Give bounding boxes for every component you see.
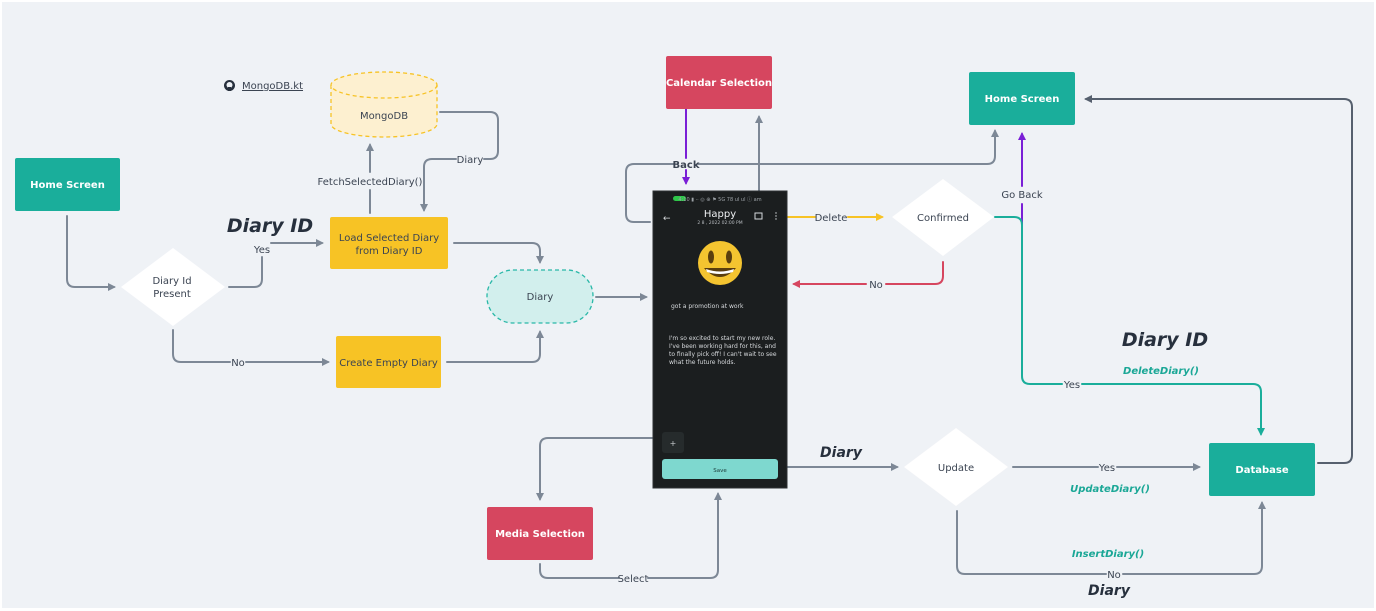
annotation-update-fn: UpdateDiary()	[1070, 484, 1150, 495]
node-database[interactable]: Database	[1209, 443, 1315, 496]
node-database-label: Database	[1235, 465, 1288, 476]
diagram-canvas: Home Screen Diary Id Present MongoDB Loa…	[0, 0, 1376, 611]
phone-entry-title[interactable]: got a promotion at work	[671, 303, 744, 310]
annotation-diary-id-right: Diary ID	[1122, 329, 1208, 351]
edge-label-yes-delete: Yes	[1063, 380, 1080, 391]
node-diary-id-present-line1: Diary Id	[152, 276, 191, 287]
node-calendar-label: Calendar Selection	[666, 78, 772, 89]
edge-label-diary-return: Diary	[457, 155, 484, 166]
edge-confirmed-yes-2	[1081, 383, 1265, 436]
node-home-screen-left-label: Home Screen	[30, 180, 105, 191]
edge-label-no-confirmed: No	[869, 280, 883, 291]
edge-label-back: Back	[673, 160, 700, 171]
phone-add-media-label: +	[670, 439, 677, 448]
edge-label-no-create: No	[231, 358, 245, 369]
edge-home-to-decision	[66, 215, 116, 291]
phone-status-bar: 4:10 ▮ ·· ◎ ⊕ ⚑ 5G 78 ul ul ⓘ am	[678, 196, 761, 203]
edge-confirmed-yes	[994, 216, 1063, 385]
phone-screen: 4:10 ▮ ·· ◎ ⊕ ⚑ 5G 78 ul ul ⓘ am ← Happy…	[652, 190, 788, 489]
edge-update-no	[956, 510, 1107, 575]
annotation-diary-insert: Diary	[1088, 583, 1131, 599]
github-icon	[224, 80, 235, 91]
flow-diagram: Home Screen Diary Id Present MongoDB Loa…	[15, 56, 1353, 599]
phone-entry-body-line3[interactable]: to finally pick off! I can't wait to see	[669, 351, 777, 358]
annotation-insert-fn: InsertDiary()	[1072, 549, 1144, 560]
annotation-diary-id-left: Diary ID	[227, 215, 313, 237]
node-home-screen-right-label: Home Screen	[985, 94, 1060, 105]
phone-entry-body-line2[interactable]: I've been working hard for this, and	[669, 343, 776, 350]
edge-phone-to-media	[536, 437, 653, 501]
node-diary-pill[interactable]: Diary	[486, 269, 594, 324]
node-create-label: Create Empty Diary	[339, 358, 438, 369]
node-update[interactable]: Update	[904, 428, 1008, 506]
edge-phone-back-to-home-2	[697, 129, 999, 165]
edge-load-to-diary	[453, 242, 544, 264]
edge-update-no-2	[1122, 501, 1266, 575]
phone-title: Happy	[704, 209, 736, 220]
phone-subtitle: 2 8 , 2022 02:00 PM	[697, 220, 742, 226]
node-home-screen-left[interactable]: Home Screen	[15, 158, 120, 211]
node-load-line2: from Diary ID	[356, 246, 423, 257]
edge-label-go-back: Go Back	[1001, 190, 1043, 201]
edge-create-to-diary	[446, 330, 544, 363]
node-mongodb-label: MongoDB	[360, 111, 408, 122]
node-media-selection[interactable]: Media Selection	[487, 507, 593, 560]
node-media-label: Media Selection	[495, 529, 585, 540]
node-diary-pill-label: Diary	[527, 292, 554, 303]
annotation-diary-save: Diary	[820, 445, 863, 461]
edge-label-delete: Delete	[815, 213, 848, 224]
edge-label-no-insert: No	[1107, 570, 1121, 581]
phone-save-button[interactable]: Save	[662, 459, 778, 479]
edge-label-select: Select	[618, 574, 649, 585]
node-mongodb[interactable]: MongoDB	[330, 71, 438, 138]
node-load-line1: Load Selected Diary	[339, 233, 439, 244]
node-home-screen-right[interactable]: Home Screen	[969, 72, 1075, 125]
edge-media-select-2	[647, 492, 722, 579]
edge-label-yes-diary-id: Yes	[253, 245, 270, 256]
edge-no-to-create	[172, 329, 231, 363]
edge-label-yes-update: Yes	[1098, 463, 1115, 474]
edge-label-fetch: FetchSelectedDiary()	[318, 177, 423, 188]
phone-more-icon[interactable]	[775, 212, 777, 220]
edge-mongodb-diary-return-2	[420, 158, 457, 212]
github-link-label: MongoDB.kt	[242, 81, 303, 92]
annotation-delete-fn: DeleteDiary()	[1123, 366, 1199, 377]
node-diary-id-present-line2: Present	[153, 289, 191, 300]
edge-media-select	[539, 563, 620, 579]
edge-yes-to-load	[228, 256, 263, 288]
node-diary-id-present[interactable]: Diary Id Present	[121, 248, 225, 326]
node-calendar-selection[interactable]: Calendar Selection	[666, 56, 772, 109]
phone-save-label: Save	[713, 468, 727, 474]
node-update-label: Update	[938, 463, 974, 474]
github-link[interactable]: MongoDB.kt	[224, 80, 303, 92]
edge-database-to-home	[1084, 95, 1353, 464]
phone-entry-body-line1[interactable]: I'm so excited to start my new role.	[669, 335, 775, 342]
edge-mongodb-diary-return	[439, 111, 499, 160]
node-confirmed-label: Confirmed	[917, 213, 969, 224]
edge-confirmed-no	[885, 261, 944, 285]
mood-emoji-icon[interactable]	[698, 241, 742, 285]
node-load-selected-diary[interactable]: Load Selected Diary from Diary ID	[330, 217, 448, 269]
phone-entry-body-line4[interactable]: what the future holds.	[669, 359, 735, 366]
node-confirmed[interactable]: Confirmed	[892, 179, 994, 256]
phone-back-arrow-icon[interactable]: ←	[663, 214, 671, 224]
phone-add-media-button[interactable]: +	[662, 432, 684, 453]
node-create-empty-diary[interactable]: Create Empty Diary	[336, 336, 441, 388]
